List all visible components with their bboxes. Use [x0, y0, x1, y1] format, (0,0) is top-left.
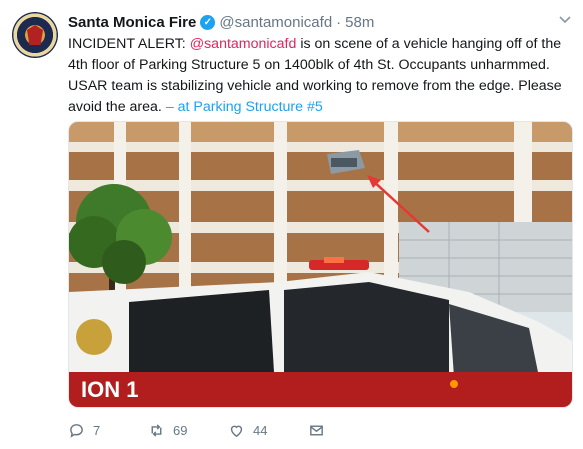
parking-structure-photo: ION 1 — [69, 122, 572, 407]
caret-down-icon[interactable] — [559, 12, 571, 27]
vehicle-lettering: ION 1 — [81, 377, 138, 402]
direct-message-icon — [310, 425, 323, 435]
tweet-text: INCIDENT ALERT: @santamonicafd is on sce… — [68, 34, 573, 118]
like-icon — [230, 425, 243, 437]
like-button[interactable]: 44 — [228, 422, 308, 439]
tweet[interactable]: Santa Monica Fire ✓ @santamonicafd · 58m… — [0, 0, 583, 449]
verified-badge-icon: ✓ — [200, 14, 216, 30]
tweet-header: Santa Monica Fire ✓ @santamonicafd · 58m — [68, 12, 374, 32]
reply-button[interactable]: 7 — [68, 422, 148, 439]
retweet-count: 69 — [173, 422, 188, 438]
separator: · — [336, 13, 342, 31]
retweet-icon — [151, 423, 162, 437]
reply-icon — [70, 423, 83, 438]
fire-department-emblem — [27, 25, 43, 45]
direct-message-button[interactable] — [308, 422, 388, 439]
like-count: 44 — [253, 422, 268, 438]
avatar[interactable] — [12, 12, 58, 58]
mention-link[interactable]: @santamonicafd — [190, 36, 297, 52]
author-name[interactable]: Santa Monica Fire — [68, 14, 196, 31]
tweet-actions: 7 69 44 — [68, 418, 388, 442]
tweet-photo[interactable]: ION 1 — [68, 121, 573, 408]
reply-count: 7 — [93, 422, 101, 438]
location-link[interactable]: – at Parking Structure #5 — [166, 99, 323, 115]
author-handle[interactable]: @santamonicafd — [219, 14, 332, 31]
timestamp[interactable]: 58m — [345, 14, 374, 31]
text-prefix: INCIDENT ALERT: — [68, 36, 190, 52]
retweet-button[interactable]: 69 — [148, 422, 228, 439]
